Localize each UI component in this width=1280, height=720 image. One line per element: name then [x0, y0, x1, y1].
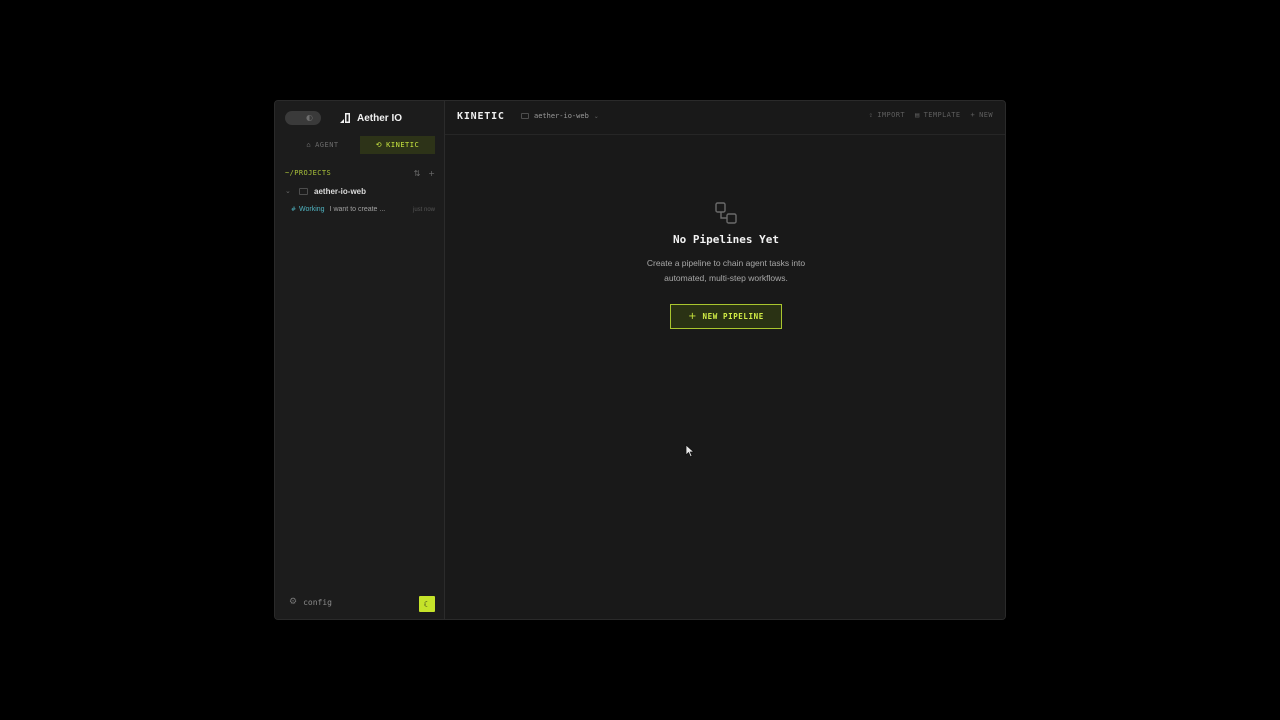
empty-state-title: No Pipelines Yet [673, 233, 779, 246]
session-time: just now [412, 206, 435, 213]
plus-icon[interactable]: + [428, 169, 435, 178]
tab-kinetic[interactable]: ⟲ KINETIC [360, 136, 435, 154]
folder-icon [299, 187, 308, 195]
projects-label: ~/PROJECTS [285, 169, 332, 177]
upload-icon: ⇪ [868, 111, 874, 119]
mouse-cursor-icon [685, 444, 695, 458]
plus-icon: + [970, 111, 976, 119]
sidebar-footer: ⚙ config ☾ [275, 589, 445, 619]
config-button[interactable]: ⚙ config [289, 597, 332, 607]
new-pipeline-label: NEW PIPELINE [702, 312, 764, 321]
main-topbar: KINETIC aether-io-web ⌄ ⇪ IMPORT ▤ TEMPL… [445, 101, 1005, 135]
config-label: config [303, 597, 332, 607]
tab-agent-label: AGENT [315, 141, 339, 149]
pipeline-icon [714, 201, 738, 225]
brand-name: Aether IO [357, 112, 403, 124]
project-item-aether-io-web[interactable]: ⌄ aether-io-web [285, 185, 435, 197]
sidebar-header: ◐ Aether IO [275, 101, 445, 135]
tab-kinetic-label: KINETIC [386, 141, 420, 149]
status-working-icon: # [291, 206, 297, 213]
app-window: ◐ Aether IO ⌂ AGENT ⟲ KINETIC ~/PROJECTS… [274, 100, 1006, 620]
tab-agent[interactable]: ⌂ AGENT [285, 136, 360, 154]
project-selector[interactable]: aether-io-web ⌄ [521, 112, 599, 120]
empty-state-description-line1: Create a pipeline to chain agent tasks i… [646, 258, 806, 268]
empty-state: No Pipelines Yet Create a pipeline to ch… [445, 201, 1005, 329]
moon-icon: ☾ [423, 599, 431, 609]
session-status: Working [299, 206, 325, 213]
kinetic-icon: ⟲ [375, 141, 383, 149]
mode-tabs: ⌂ AGENT ⟲ KINETIC [285, 136, 435, 154]
projects-actions: ⇅ + [414, 169, 435, 178]
brand-logo-icon [339, 112, 351, 124]
new-label: NEW [979, 111, 993, 119]
toolbar-actions: ⇪ IMPORT ▤ TEMPLATE + NEW [869, 111, 993, 119]
project-selector-value: aether-io-web [534, 112, 589, 120]
sort-icon[interactable]: ⇅ [414, 169, 421, 178]
sidebar-toggle-button[interactable]: ◐ [285, 111, 321, 125]
plus-icon: + [688, 310, 697, 322]
sidebar-toggle-icon: ◐ [306, 113, 313, 122]
main-panel: KINETIC aether-io-web ⌄ ⇪ IMPORT ▤ TEMPL… [445, 101, 1005, 619]
new-button[interactable]: + NEW [971, 111, 993, 119]
template-button[interactable]: ▤ TEMPLATE [915, 111, 961, 119]
page-title: KINETIC [457, 111, 505, 122]
projects-header: ~/PROJECTS ⇅ + [285, 167, 435, 179]
empty-state-description: Create a pipeline to chain agent tasks i… [616, 256, 836, 286]
sidebar: ◐ Aether IO ⌂ AGENT ⟲ KINETIC ~/PROJECTS… [275, 101, 445, 619]
import-label: IMPORT [877, 111, 905, 119]
folder-icon [521, 113, 529, 119]
import-button[interactable]: ⇪ IMPORT [869, 111, 905, 119]
session-title: I want to create ... [329, 206, 386, 213]
gear-icon: ⚙ [289, 597, 298, 607]
theme-toggle-button[interactable]: ☾ [419, 596, 435, 612]
template-label: TEMPLATE [923, 111, 961, 119]
session-item[interactable]: # Working I want to create ... just now [291, 204, 435, 215]
empty-state-description-line2: automated, multi-step workflows. [664, 273, 788, 283]
chevron-down-icon[interactable]: ⌄ [285, 187, 293, 195]
project-name: aether-io-web [314, 186, 367, 196]
brand: Aether IO [339, 111, 402, 125]
chevron-down-icon: ⌄ [593, 112, 599, 120]
agent-icon: ⌂ [306, 141, 312, 149]
template-icon: ▤ [914, 111, 920, 119]
new-pipeline-button[interactable]: + NEW PIPELINE [670, 304, 782, 329]
